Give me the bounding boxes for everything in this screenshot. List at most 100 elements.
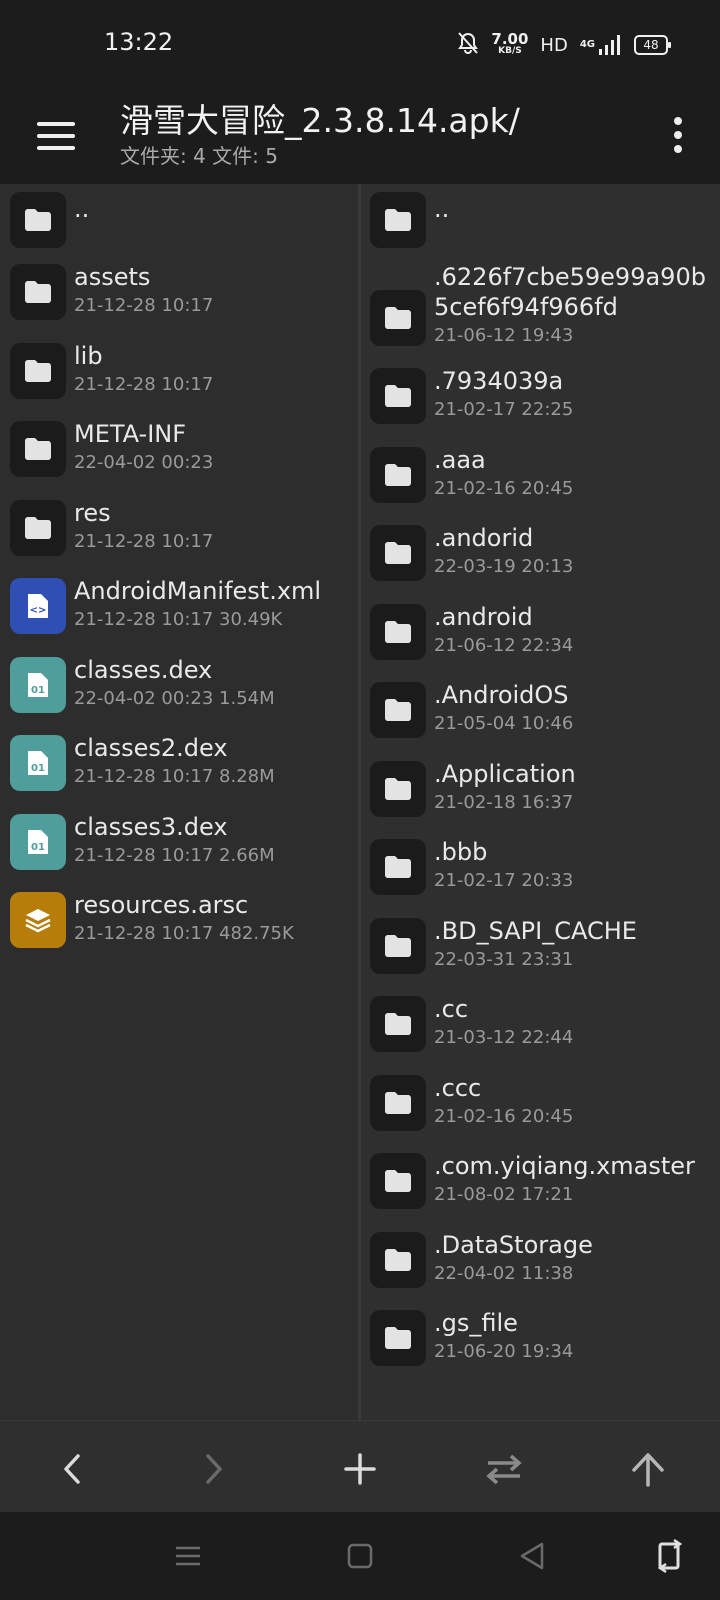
file-name: .ccc — [434, 1073, 482, 1102]
file-list-item[interactable]: .bbb 21-02-17 20:33 — [361, 837, 720, 916]
folder-icon — [10, 421, 66, 477]
file-name: assets — [74, 263, 151, 291]
network-type: 4G — [579, 39, 595, 50]
system-nav-bar — [0, 1512, 720, 1600]
file-meta: 21-12-28 10:17 30.49K — [74, 609, 283, 630]
file-list-item[interactable]: .6226f7cbe59e99a90b5cef6f94f966fd 21-06-1… — [361, 262, 720, 366]
file-list-item[interactable]: .BD_SAPI_CACHE 22-03-31 23:31 — [361, 916, 720, 995]
folder-icon — [10, 499, 66, 556]
folder-icon — [370, 446, 426, 503]
file-list-item[interactable]: .cc 21-03-12 22:44 — [361, 994, 720, 1073]
home-icon[interactable] — [336, 1532, 384, 1580]
file-list-item[interactable]: .7934039a 21-02-17 22:25 — [361, 366, 720, 445]
xml-file-icon: <> — [10, 578, 66, 634]
file-meta: 21-12-28 10:17 — [74, 295, 214, 316]
file-meta: 22-03-31 23:31 — [434, 948, 574, 970]
hamburger-menu-icon[interactable] — [26, 106, 86, 166]
back-arrow-icon[interactable] — [42, 1439, 102, 1499]
folder-icon — [370, 996, 426, 1052]
file-list-item[interactable]: res 21-12-28 10:17 — [0, 498, 358, 577]
file-name: .. — [434, 195, 450, 223]
folder-icon — [10, 192, 66, 248]
page-title: 滑雪大冒险_2.3.8.14.apk/ — [120, 101, 520, 140]
file-list-item[interactable]: resources.arsc 21-12-28 10:17 482.75K — [0, 890, 358, 969]
file-meta: 22-04-02 00:23 1.54M — [74, 687, 275, 709]
swap-icon[interactable] — [474, 1439, 534, 1499]
forward-arrow-icon[interactable] — [184, 1439, 244, 1499]
file-list-item[interactable]: lib 21-12-28 10:17 — [0, 341, 358, 420]
folder-icon — [370, 917, 426, 974]
dex-file-icon: 01 — [10, 813, 66, 870]
folder-icon — [370, 368, 426, 424]
status-indicators: 7.00 KB/S HD 4G 48 — [457, 30, 671, 60]
folder-icon — [370, 1153, 426, 1209]
net-speed-unit: KB/S — [498, 46, 522, 56]
folder-icon — [370, 760, 426, 817]
file-name: .. — [74, 195, 90, 223]
more-vert-icon[interactable] — [666, 110, 690, 160]
file-list-item[interactable]: .aaa 21-02-16 20:45 — [361, 445, 720, 524]
file-list-item[interactable]: 01 classes3.dex 21-12-28 10:17 2.66M — [0, 812, 358, 891]
file-meta: 21-03-12 22:44 — [434, 1027, 574, 1048]
add-icon[interactable] — [330, 1439, 390, 1499]
file-list-item[interactable]: .ccc 21-02-16 20:45 — [361, 1073, 720, 1152]
file-name: resources.arsc — [74, 891, 249, 919]
file-meta: 21-06-12 22:34 — [434, 634, 574, 656]
left-file-pane[interactable]: .. assets 21-12-28 10:17 lib 21-12-28 10:17 M… — [0, 184, 358, 1420]
file-meta: 21-02-18 16:37 — [434, 791, 574, 813]
folder-icon — [370, 290, 426, 346]
status-time: 13:22 — [104, 28, 174, 56]
file-list-item[interactable]: .com.yiqiang.xmaster 21-08-02 17:21 — [361, 1151, 720, 1230]
file-meta: 21-08-02 17:21 — [434, 1184, 574, 1205]
folder-icon — [370, 1231, 426, 1288]
file-name: classes.dex — [74, 655, 213, 684]
file-list-item[interactable]: META-INF 22-04-02 00:23 — [0, 419, 358, 498]
folder-file-count: 文件夹: 4 文件: 5 — [120, 144, 278, 168]
file-meta: 22-04-02 00:23 — [74, 452, 214, 473]
file-meta: 21-06-12 19:43 — [434, 325, 574, 346]
file-list-item[interactable]: .gs_file 21-06-20 19:34 — [361, 1308, 720, 1387]
app-toolbar: 滑雪大冒险_2.3.8.14.apk/ 文件夹: 4 文件: 5 — [0, 88, 720, 184]
file-name: classes3.dex — [74, 812, 228, 841]
recents-icon[interactable] — [164, 1532, 212, 1580]
file-list-item[interactable]: .andorid 22-03-19 20:13 — [361, 523, 720, 602]
file-list-item[interactable]: .Application 21-02-18 16:37 — [361, 759, 720, 838]
file-meta: 21-02-17 20:33 — [434, 870, 574, 891]
file-name: res — [74, 498, 111, 527]
file-list-item[interactable]: .. — [0, 192, 358, 262]
file-name: .cc — [434, 995, 469, 1023]
svg-text:<>: <> — [30, 605, 47, 616]
file-list-item[interactable]: .. — [361, 192, 720, 262]
battery-icon: 48 — [634, 35, 671, 55]
file-list-item[interactable]: .DataStorage 22-04-02 11:38 — [361, 1230, 720, 1309]
svg-text:01: 01 — [31, 842, 45, 853]
file-name: .AndroidOS — [434, 681, 569, 709]
right-file-pane[interactable]: .. .6226f7cbe59e99a90b5cef6f94f966fd 21-06… — [361, 184, 720, 1420]
file-name: .6226f7cbe59e99a90b5cef6f94f966fd — [434, 263, 706, 321]
bell-off-icon — [457, 31, 479, 59]
net-speed-value: 7.00 — [491, 30, 529, 48]
file-meta: 22-04-02 11:38 — [434, 1262, 574, 1284]
folder-icon — [370, 839, 426, 895]
svg-text:01: 01 — [31, 763, 45, 774]
rotate-icon[interactable] — [646, 1532, 694, 1580]
file-meta: 21-02-16 20:45 — [434, 1105, 574, 1127]
file-meta: 21-05-04 10:46 — [434, 713, 574, 734]
file-list-item[interactable]: 01 classes.dex 22-04-02 00:23 1.54M — [0, 655, 358, 734]
file-list-item[interactable]: .AndroidOS 21-05-04 10:46 — [361, 680, 720, 759]
file-list-item[interactable]: <> AndroidManifest.xml 21-12-28 10:17 30.4… — [0, 576, 358, 655]
file-meta: 21-06-20 19:34 — [434, 1341, 574, 1362]
file-meta: 22-03-19 20:13 — [434, 556, 574, 577]
file-list-item[interactable]: 01 classes2.dex 21-12-28 10:17 8.28M — [0, 733, 358, 812]
file-meta: 21-12-28 10:17 — [74, 530, 214, 552]
folder-icon — [370, 682, 426, 738]
file-meta: 21-02-16 20:45 — [434, 477, 574, 499]
file-list-item[interactable]: assets 21-12-28 10:17 — [0, 262, 358, 341]
file-list-item[interactable]: .android 21-06-12 22:34 — [361, 602, 720, 681]
signal-icon: 4G — [580, 35, 622, 55]
net-speed: 7.00 KB/S — [491, 30, 529, 57]
up-arrow-icon[interactable] — [618, 1439, 678, 1499]
folder-icon — [10, 342, 66, 399]
back-icon[interactable] — [508, 1532, 556, 1580]
file-name: .com.yiqiang.xmaster — [434, 1152, 695, 1180]
